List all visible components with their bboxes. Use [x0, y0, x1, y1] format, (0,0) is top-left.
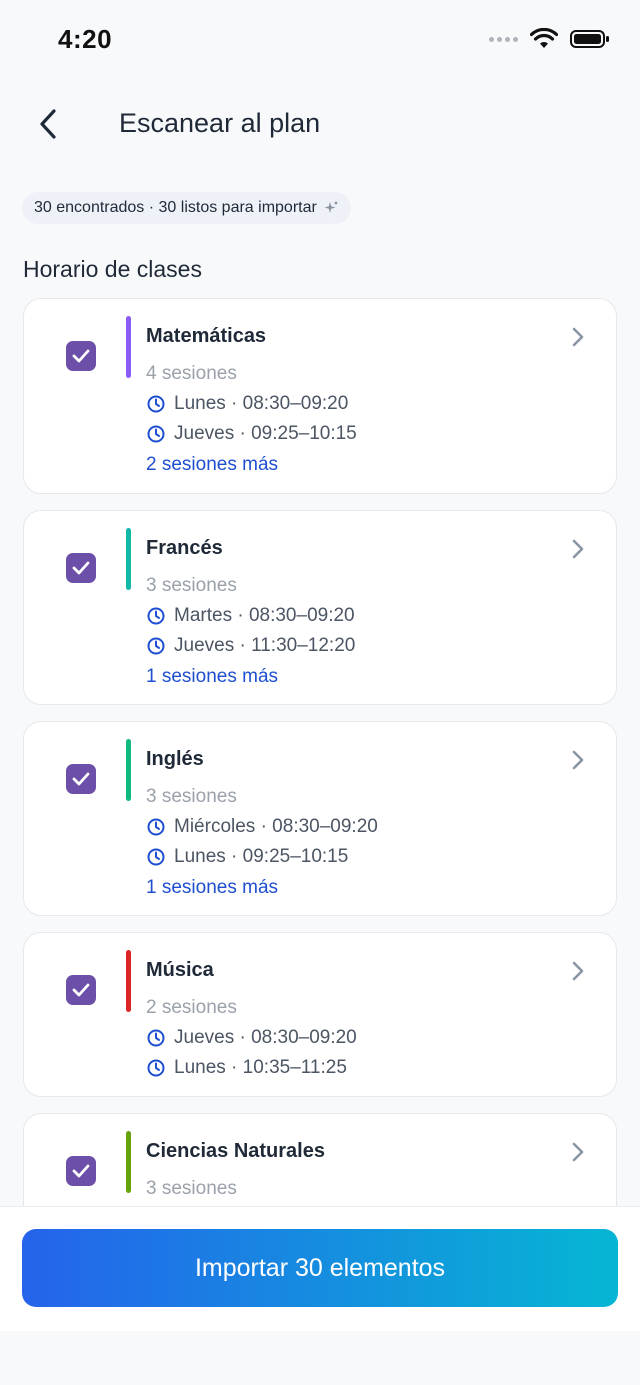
- chevron-right-icon: [572, 327, 584, 347]
- wifi-icon: [530, 28, 558, 48]
- class-name: Inglés: [146, 748, 204, 770]
- session-count: 3 sesiones: [146, 786, 237, 807]
- class-checkbox[interactable]: [66, 341, 96, 371]
- status-time: 4:20: [58, 24, 113, 54]
- import-button[interactable]: Importar 30 elementos: [22, 1229, 618, 1307]
- clock-icon: [147, 637, 165, 655]
- status-bar: 4:20: [0, 0, 640, 80]
- class-color-bar: [126, 739, 131, 801]
- clock-icon: [147, 818, 165, 836]
- class-card[interactable]: Música 2 sesiones Jueves · 08:30–09:20 L…: [23, 932, 617, 1097]
- session-count: 3 sesiones: [146, 575, 237, 596]
- sparkle-icon: [324, 201, 338, 213]
- chevron-right-icon: [572, 750, 584, 770]
- more-sessions-link[interactable]: 2 sesiones más: [146, 454, 278, 476]
- status-icons: [489, 28, 610, 50]
- class-color-bar: [126, 1131, 131, 1193]
- class-name: Música: [146, 959, 214, 981]
- class-checkbox[interactable]: [66, 553, 96, 583]
- summary-text: 30 encontrados · 30 listos para importar: [34, 199, 317, 216]
- session-count: 4 sesiones: [146, 363, 237, 384]
- class-color-bar: [126, 528, 131, 590]
- check-icon: [72, 1164, 90, 1178]
- bottom-action-bar: Importar 30 elementos: [0, 1206, 640, 1331]
- page-title: Escanear al plan: [119, 108, 321, 138]
- chevron-right-icon: [572, 1142, 584, 1162]
- session-row: Jueves · 09:25–10:15: [146, 423, 357, 445]
- clock-icon: [147, 425, 165, 443]
- session-text: Lunes · 09:25–10:15: [174, 846, 349, 867]
- session-text: Jueves · 09:25–10:15: [174, 423, 357, 444]
- section-title: Horario de clases: [23, 256, 202, 282]
- class-card[interactable]: Inglés 3 sesiones Miércoles · 08:30–09:2…: [23, 721, 617, 916]
- class-checkbox[interactable]: [66, 764, 96, 794]
- class-name: Ciencias Naturales: [146, 1140, 325, 1162]
- check-icon: [72, 349, 90, 363]
- clock-icon: [147, 1029, 165, 1047]
- check-icon: [72, 772, 90, 786]
- session-row: Miércoles · 08:30–09:20: [146, 816, 378, 838]
- signal-icon: [489, 36, 518, 42]
- class-color-bar: [126, 950, 131, 1012]
- class-card[interactable]: Matemáticas 4 sesiones Lunes · 08:30–09:…: [23, 298, 617, 494]
- session-row: Lunes · 10:35–11:25: [146, 1057, 347, 1079]
- session-count: 2 sesiones: [146, 997, 237, 1018]
- class-name: Matemáticas: [146, 325, 267, 347]
- class-checkbox[interactable]: [66, 975, 96, 1005]
- session-count: 3 sesiones: [146, 1178, 237, 1199]
- session-text: Jueves · 08:30–09:20: [174, 1027, 357, 1048]
- clock-icon: [147, 848, 165, 866]
- chevron-right-icon: [572, 539, 584, 559]
- session-row: Jueves · 08:30–09:20: [146, 1027, 357, 1049]
- class-checkbox[interactable]: [66, 1156, 96, 1186]
- session-row: Martes · 08:30–09:20: [146, 605, 355, 627]
- back-button[interactable]: [28, 102, 68, 146]
- session-text: Lunes · 10:35–11:25: [174, 1057, 347, 1078]
- session-text: Martes · 08:30–09:20: [174, 605, 355, 626]
- battery-icon: [570, 30, 609, 48]
- session-row: Jueves · 11:30–12:20: [146, 635, 355, 657]
- summary-badge: 30 encontrados · 30 listos para importar: [22, 192, 351, 224]
- more-sessions-link[interactable]: 1 sesiones más: [146, 877, 278, 899]
- more-sessions-link[interactable]: 1 sesiones más: [146, 666, 278, 688]
- session-text: Jueves · 11:30–12:20: [174, 635, 356, 656]
- check-icon: [72, 561, 90, 575]
- session-row: Lunes · 08:30–09:20: [146, 393, 348, 415]
- clock-icon: [147, 607, 165, 625]
- chevron-left-icon: [40, 109, 56, 139]
- clock-icon: [147, 1059, 165, 1077]
- class-list: Matemáticas 4 sesiones Lunes · 08:30–09:…: [23, 298, 617, 1269]
- header: Escanear al plan: [0, 90, 640, 160]
- class-color-bar: [126, 316, 131, 378]
- chevron-right-icon: [572, 961, 584, 981]
- class-name: Francés: [146, 537, 223, 559]
- session-row: Lunes · 09:25–10:15: [146, 846, 348, 868]
- class-card[interactable]: Francés 3 sesiones Martes · 08:30–09:20 …: [23, 510, 617, 705]
- clock-icon: [147, 395, 165, 413]
- check-icon: [72, 983, 90, 997]
- session-text: Lunes · 08:30–09:20: [174, 393, 349, 414]
- session-text: Miércoles · 08:30–09:20: [174, 816, 378, 837]
